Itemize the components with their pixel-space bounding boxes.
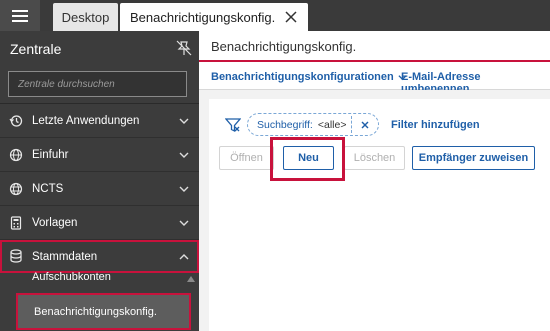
sidebar-item-label: Einfuhr [32,149,69,161]
tab-desktop-label: Desktop [61,9,110,25]
remove-filter-icon[interactable] [359,119,371,131]
add-filter-link[interactable]: Filter hinzufügen [391,119,480,131]
sidebar-item-stammdaten[interactable]: Stammdaten [0,240,199,273]
tab-active-label: Benachrichtigungskonfig. [130,9,276,25]
chevron-down-icon [179,118,189,124]
sidebar-subitem-aufschubkonten[interactable]: Aufschubkonten [0,271,199,283]
close-icon[interactable] [284,10,298,24]
chevron-down-icon [179,186,189,192]
scroll-up-icon[interactable] [187,275,195,283]
chip-value: <alle> [317,118,347,131]
config-menu-label: Benachrichtigungskonfigurationen [211,71,394,83]
sidebar-item-label: Letzte Anwendungen [32,115,140,127]
hamburger-icon [12,9,28,22]
config-menu-dropdown[interactable]: Benachrichtigungskonfigurationen [211,71,407,83]
page-header: Benachrichtigungskonfig. [199,31,550,62]
history-icon [9,115,23,127]
menu-button[interactable] [0,0,40,31]
sidebar-subitem-label: Aufschubkonten [32,271,111,283]
calculator-icon [10,216,22,230]
sidebar-item-vorlagen[interactable]: Vorlagen [0,207,199,240]
chevron-up-icon [179,253,189,259]
chevron-down-icon [179,152,189,158]
sidebar-item-label: Vorlagen [32,217,78,229]
sidebar-title: Zentrale [10,41,62,57]
database-icon [10,249,22,263]
sidebar-search-input[interactable] [8,71,187,97]
toolbar: Benachrichtigungskonfigurationen E-Mail-… [199,62,550,95]
chip-divider [351,116,352,133]
sidebar-item-einfuhr[interactable]: Einfuhr [0,139,199,172]
sidebar-item-letzte-anwendungen[interactable]: Letzte Anwendungen [0,105,199,138]
assign-recipient-button[interactable]: Empfänger zuweisen [412,146,535,170]
sidebar-item-label: NCTS [32,183,64,195]
tab-strip: Desktop Benachrichtigungskonfig. [0,0,550,31]
tab-benachrichtigungskonfig[interactable]: Benachrichtigungskonfig. [120,3,308,31]
search-term-chip[interactable]: Suchbegriff: <alle> [247,113,379,136]
sidebar-subitem-label: Benachrichtigungskonfig. [34,305,157,318]
filter-icon[interactable] [225,117,241,133]
globe-import-icon [9,148,23,162]
sidebar-subitem-benachrichtigungskonfig[interactable]: Benachrichtigungskonfig. [16,293,191,330]
open-button[interactable]: Öffnen [219,146,274,170]
chevron-down-icon [179,220,189,226]
globe-ncts-icon [9,182,23,196]
chip-label: Suchbegriff: [257,118,313,131]
page-title: Benachrichtigungskonfig. [211,39,357,54]
sidebar-item-ncts[interactable]: NCTS [0,173,199,206]
delete-button[interactable]: Löschen [344,146,405,170]
unpin-icon[interactable] [176,40,192,56]
tab-desktop[interactable]: Desktop [53,3,118,31]
sidebar-item-label: Stammdaten [32,250,98,263]
new-button-highlight [270,137,345,181]
sidebar-divider [0,103,199,104]
